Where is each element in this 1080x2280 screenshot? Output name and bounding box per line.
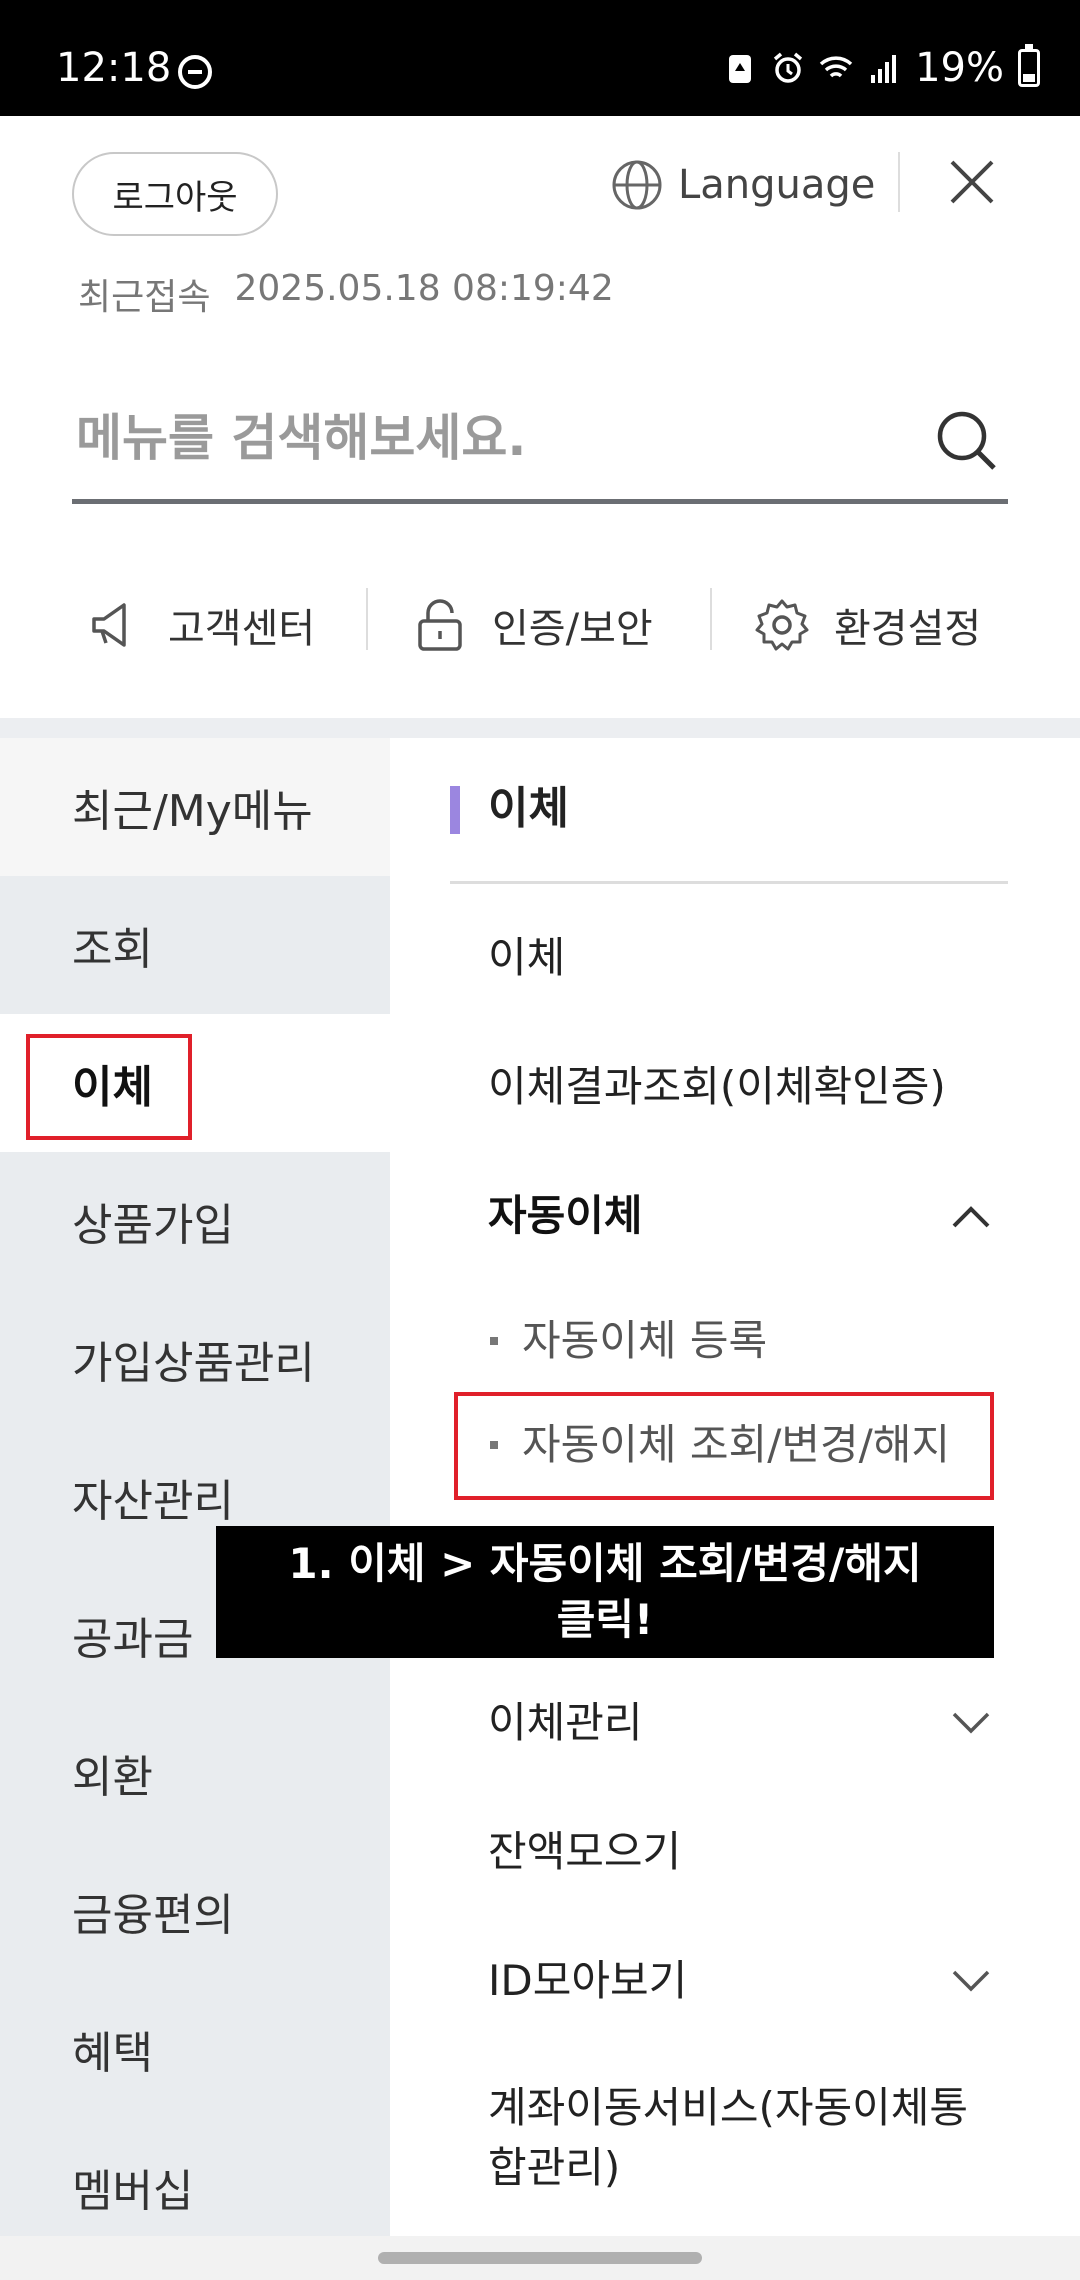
- last-login-label: 최근접속: [78, 277, 211, 318]
- highlight-box-transfer: [26, 1034, 192, 1140]
- submenu-item-balance-gather[interactable]: 잔액모으기: [488, 1822, 681, 1882]
- nav-item-product-signup[interactable]: 상품가입: [0, 1152, 390, 1290]
- chevron-up-icon[interactable]: [948, 1194, 994, 1240]
- wifi-icon: [819, 56, 853, 78]
- status-time: 12:18: [56, 45, 172, 91]
- auth-security-label: 인증/보안: [492, 606, 653, 652]
- globe-icon: [612, 160, 662, 210]
- signal-icon: [871, 55, 897, 83]
- submenu-item-auto-transfer-register[interactable]: 자동이체 등록: [490, 1311, 767, 1371]
- title-accent-bar: [450, 786, 460, 834]
- submenu-item-transfer[interactable]: 이체: [488, 928, 565, 988]
- alarm-icon: [773, 52, 803, 83]
- submenu-item-account-switch[interactable]: 계좌이동서비스(자동이체통 합관리): [488, 2078, 968, 2198]
- auth-security-link[interactable]: 인증/보안: [410, 580, 653, 670]
- dnd-icon: [178, 55, 212, 89]
- category-nav: 최근/My메뉴 조회 이체 상품가입 가입상품관리 자산관리 공과금 외환 금융…: [0, 738, 390, 2236]
- account-switch-label-line1: 계좌이동서비스(자동이체통: [488, 2083, 969, 2132]
- account-switch-label-line2: 합관리): [488, 2143, 621, 2192]
- submenu-item-id-overview[interactable]: ID모아보기: [488, 1951, 687, 2011]
- battery-icon: [1018, 44, 1040, 87]
- settings-label: 환경설정: [834, 606, 982, 652]
- recycle-icon: [729, 55, 752, 83]
- close-icon[interactable]: [944, 154, 1000, 210]
- menu-search: [72, 388, 1008, 504]
- status-icons: 19%: [723, 44, 1040, 92]
- gear-icon: [755, 599, 809, 651]
- nav-item-recent[interactable]: 최근/My메뉴: [0, 738, 390, 876]
- customer-center-link[interactable]: 고객센터: [86, 580, 315, 670]
- nav-item-inquiry[interactable]: 조회: [0, 876, 390, 1014]
- submenu-title: 이체: [488, 783, 569, 834]
- last-login: 최근접속 2025.05.18 08:19:42: [78, 268, 614, 320]
- chevron-down-icon[interactable]: [948, 1958, 994, 2004]
- instruction-callout: 1. 이체 > 자동이체 조회/변경/해지 클릭!: [216, 1526, 994, 1658]
- section-divider: [0, 718, 1080, 738]
- submenu-group-auto-transfer[interactable]: 자동이체: [488, 1186, 643, 1246]
- battery-percent: 19%: [915, 45, 1004, 91]
- logout-button[interactable]: 로그아웃: [72, 152, 278, 236]
- quick-divider: [710, 588, 712, 650]
- search-icon[interactable]: [934, 408, 1000, 474]
- lock-icon: [418, 599, 462, 651]
- customer-center-label: 고객센터: [168, 606, 316, 652]
- nav-item-benefit[interactable]: 혜택: [0, 1980, 390, 2118]
- header-divider: [898, 152, 900, 212]
- megaphone-icon: [92, 603, 126, 647]
- search-input[interactable]: [76, 388, 916, 488]
- title-underline: [450, 881, 1008, 884]
- settings-link[interactable]: 환경설정: [752, 580, 981, 670]
- submenu-item-transfer-result[interactable]: 이체결과조회(이체확인증): [488, 1057, 946, 1117]
- last-login-value: 2025.05.18 08:19:42: [234, 268, 614, 309]
- submenu-item-transfer-manage[interactable]: 이체관리: [488, 1693, 643, 1753]
- highlight-box-auto-transfer-manage: [454, 1392, 994, 1500]
- callout-line1: 1. 이체 > 자동이체 조회/변경/해지: [288, 1539, 922, 1588]
- language-label: Language: [678, 162, 876, 208]
- nav-item-fx[interactable]: 외환: [0, 1704, 390, 1842]
- quick-divider: [366, 588, 368, 650]
- callout-line2: 클릭!: [556, 1595, 654, 1644]
- status-bar: 12:18 19%: [0, 0, 1080, 116]
- quick-links: 고객센터 인증/보안 환경설정: [0, 580, 1080, 670]
- language-button[interactable]: Language: [610, 150, 875, 220]
- nav-item-convenience[interactable]: 금융편의: [0, 1842, 390, 1980]
- auto-transfer-register-label: 자동이체 등록: [522, 1316, 768, 1365]
- bullet-icon: [490, 1337, 498, 1345]
- chevron-down-icon[interactable]: [948, 1700, 994, 1746]
- home-handle[interactable]: [378, 2252, 702, 2264]
- nav-item-product-manage[interactable]: 가입상품관리: [0, 1290, 390, 1428]
